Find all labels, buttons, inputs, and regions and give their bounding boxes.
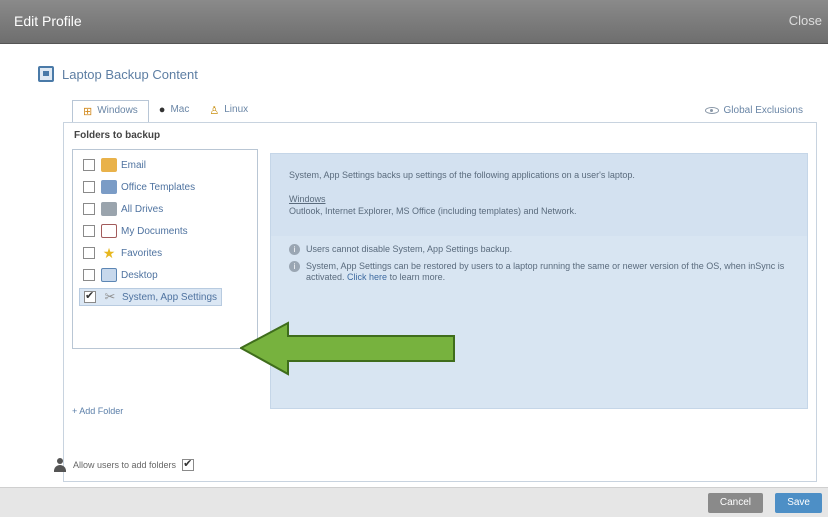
info-description: System, App Settings backs up settings o… [289,170,635,180]
note-1-text: Users cannot disable System, App Setting… [306,244,513,254]
arrow-shape [240,321,455,376]
folder-label: System, App Settings [122,291,218,303]
folder-list: Email Office Templates All Drives My Doc… [72,149,258,349]
windows-icon: ⊞ [83,106,93,118]
folder-checkbox[interactable] [83,181,95,193]
documents-icon [101,224,117,238]
tab-windows[interactable]: ⊞ Windows [72,100,149,122]
tab-linux-label: Linux [224,104,249,115]
windows-apps: Outlook, Internet Explorer, MS Office (i… [289,206,577,216]
settings-tools-icon: ✂ [104,289,116,304]
tab-mac[interactable]: ● Mac [149,100,200,122]
star-icon: ★ [102,245,116,261]
user-icon [53,458,67,472]
folder-item-system-app-settings[interactable]: ✂ System, App Settings [79,288,223,306]
os-tabs: ⊞ Windows ● Mac ♙ Linux Global Exclusion… [72,100,817,122]
section-header: Laptop Backup Content [38,66,198,82]
apple-icon: ● [158,104,166,116]
info-note-1: i Users cannot disable System, App Setti… [289,244,799,255]
tab-linux[interactable]: ♙ Linux [199,100,258,122]
eye-icon [704,107,719,114]
folder-checkbox-checked[interactable] [84,289,96,303]
folder-checkbox[interactable] [83,159,95,171]
folder-label: Favorites [121,247,163,259]
note-2-suffix: to learn more. [389,272,446,282]
dialog-title: Edit Profile [14,13,82,29]
folder-item-favorites[interactable]: ★ Favorites [83,244,162,262]
info-description-area [271,154,807,236]
office-templates-icon [101,180,117,194]
global-exclusions-label: Global Exclusions [723,105,803,116]
add-folder-link[interactable]: + Add Folder [72,406,123,416]
close-button[interactable]: Close [789,13,822,28]
tab-windows-label: Windows [97,105,138,116]
folder-label: All Drives [121,203,164,215]
info-icon: i [289,244,300,255]
drives-icon [101,202,117,216]
highlight-arrow [240,321,455,376]
folders-to-backup-label: Folders to backup [74,130,161,141]
desktop-icon [101,268,117,282]
tab-mac-label: Mac [170,104,190,115]
folder-item-email[interactable]: Email [83,156,146,174]
learn-more-link[interactable]: Click here [347,272,387,282]
global-exclusions-link[interactable]: Global Exclusions [704,105,803,116]
section-title: Laptop Backup Content [62,66,198,82]
folder-item-my-documents[interactable]: My Documents [83,222,188,240]
email-folder-icon [101,158,117,172]
folders-panel: Folders to backup Email Office Templates… [63,122,817,482]
folder-checkbox[interactable] [83,247,95,259]
folder-checkbox[interactable] [83,225,95,237]
note-2-body: System, App Settings can be restored by … [306,261,799,283]
allow-users-row: Allow users to add folders [53,457,200,472]
info-icon: i [289,261,300,272]
title-bar: Edit Profile Close [0,0,828,44]
dialog-body: Laptop Backup Content ⊞ Windows ● Mac ♙ … [0,44,828,487]
laptop-icon [38,66,54,82]
linux-icon: ♙ [209,105,220,117]
folder-label: Desktop [121,269,158,281]
folder-checkbox[interactable] [83,203,95,215]
allow-users-checkbox[interactable] [182,457,195,471]
folder-label: Email [121,159,147,171]
allow-users-label: Allow users to add folders [73,460,177,470]
folder-label: Office Templates [121,181,196,193]
cancel-button[interactable]: Cancel [707,493,763,513]
save-button[interactable]: Save [775,493,822,513]
folder-item-office-templates[interactable]: Office Templates [83,178,195,196]
windows-heading: Windows [289,194,326,204]
folder-checkbox[interactable] [83,269,95,281]
folder-item-all-drives[interactable]: All Drives [83,200,163,218]
dialog-footer: Cancel Save [0,487,828,517]
info-note-2: i System, App Settings can be restored b… [289,261,799,283]
folder-label: My Documents [121,225,188,237]
folder-item-desktop[interactable]: Desktop [83,266,158,284]
